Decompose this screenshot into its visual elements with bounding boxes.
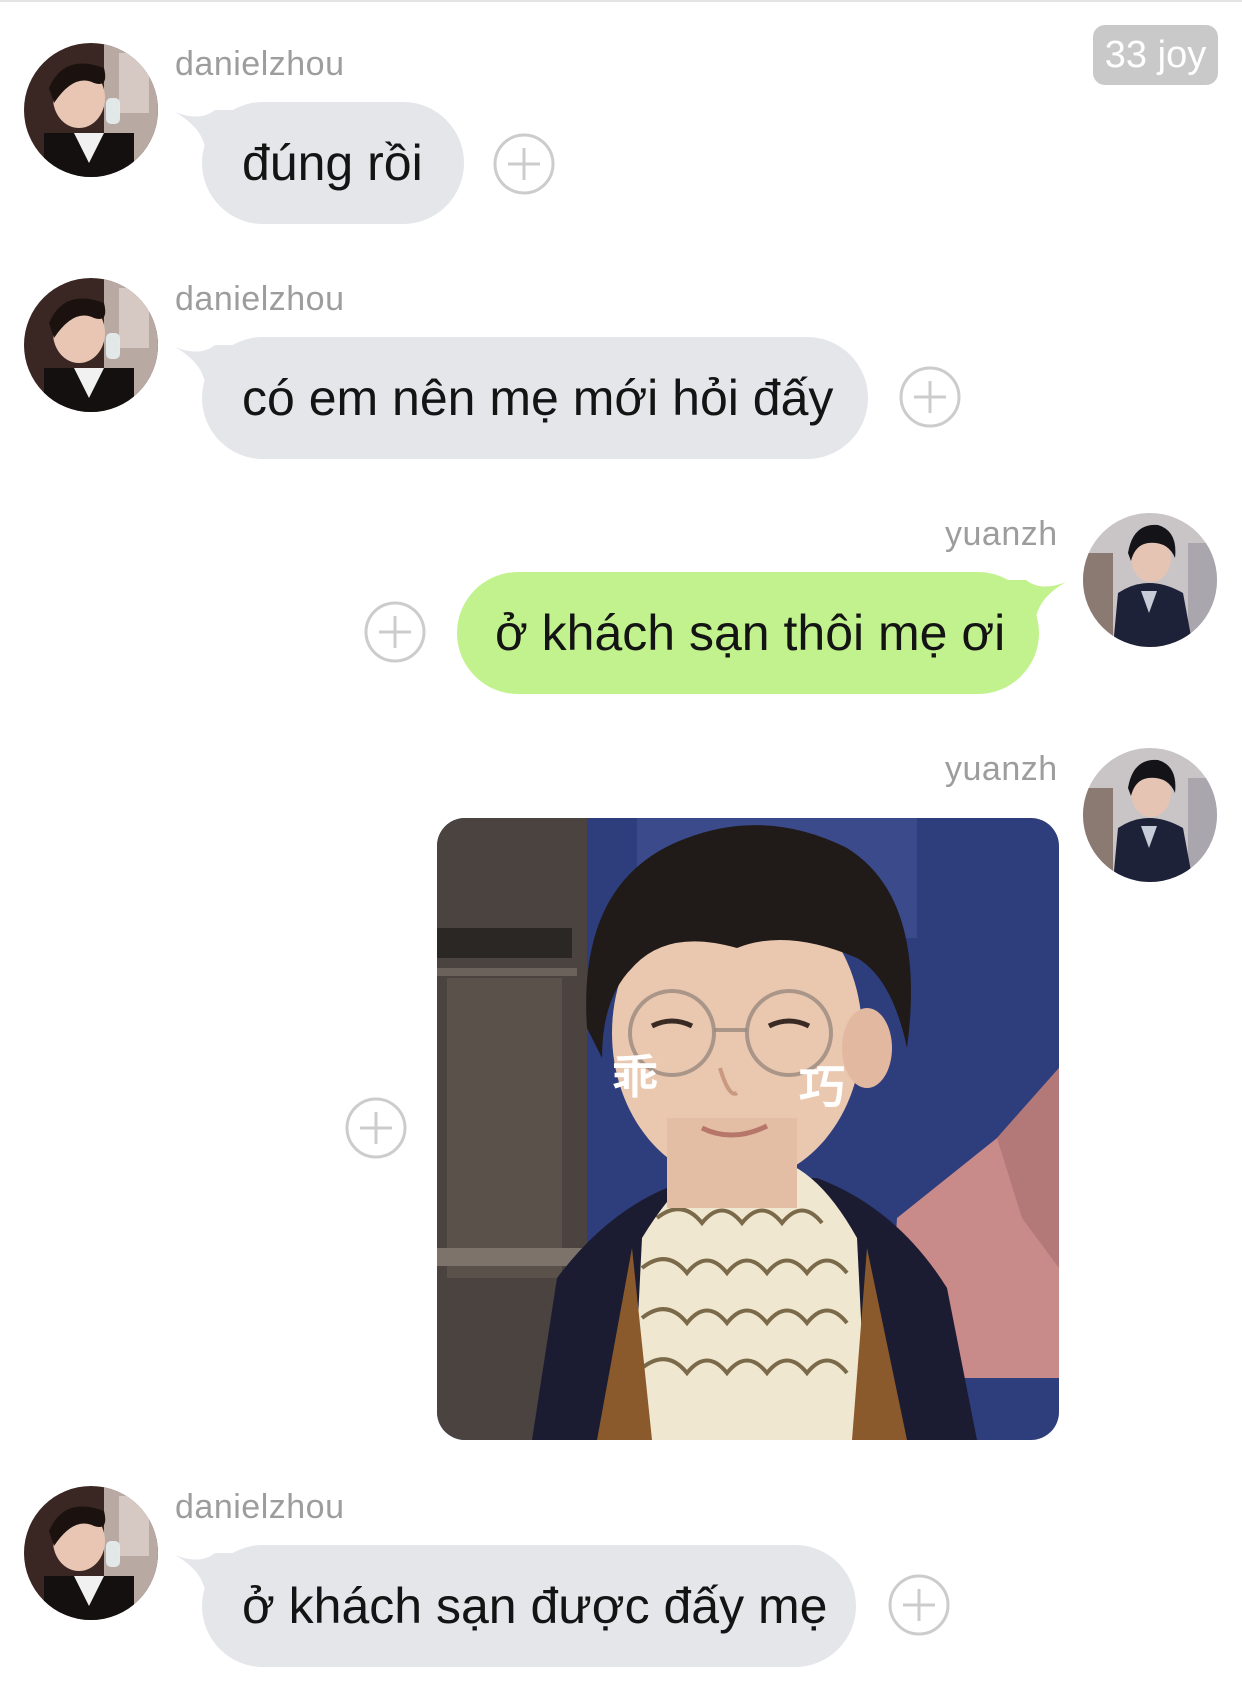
avatar[interactable] bbox=[1083, 748, 1217, 882]
username: yuanzh bbox=[945, 750, 1058, 788]
add-reaction-button[interactable] bbox=[899, 366, 961, 428]
add-reaction-button[interactable] bbox=[888, 1574, 950, 1636]
username: danielzhou bbox=[175, 45, 345, 83]
add-reaction-button[interactable] bbox=[493, 133, 555, 195]
username: danielzhou bbox=[175, 1488, 345, 1526]
add-reaction-button[interactable] bbox=[345, 1097, 407, 1159]
add-reaction-button[interactable] bbox=[364, 601, 426, 663]
sticker-caption-right: 巧 bbox=[799, 1060, 845, 1114]
message-bubble[interactable]: đúng rồi bbox=[175, 102, 464, 224]
avatar[interactable] bbox=[24, 1486, 158, 1620]
message-bubble[interactable]: ở khách sạn được đấy mẹ bbox=[175, 1545, 856, 1667]
top-divider bbox=[0, 0, 1242, 2]
sticker-image[interactable]: 乖 巧 bbox=[437, 818, 1059, 1440]
avatar[interactable] bbox=[24, 278, 158, 412]
avatar[interactable] bbox=[1083, 513, 1217, 647]
username: danielzhou bbox=[175, 280, 345, 318]
username: yuanzh bbox=[945, 515, 1058, 553]
avatar[interactable] bbox=[24, 43, 158, 177]
message-text: ở khách sạn thôi mẹ ơi bbox=[495, 605, 1006, 661]
message-bubble[interactable]: ở khách sạn thôi mẹ ơi bbox=[457, 572, 1066, 694]
count-badge: 33 joy bbox=[1093, 25, 1218, 85]
message-text: đúng rồi bbox=[242, 135, 423, 191]
message-text: ở khách sạn được đấy mẹ bbox=[242, 1578, 828, 1634]
message-text: có em nên mẹ mới hỏi đấy bbox=[242, 370, 834, 426]
message-bubble[interactable]: có em nên mẹ mới hỏi đấy bbox=[175, 337, 868, 459]
sticker-caption-left: 乖 bbox=[612, 1050, 658, 1104]
